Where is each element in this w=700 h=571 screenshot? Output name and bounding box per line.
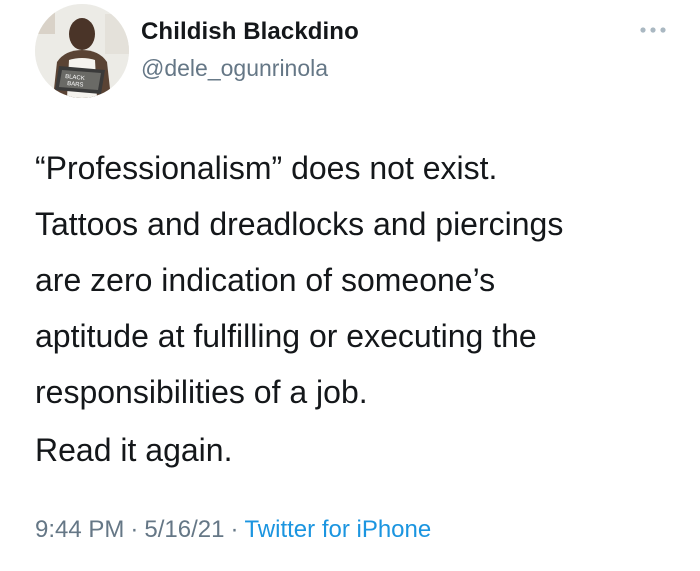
avatar-image: BLACK BARS bbox=[35, 4, 129, 98]
handle[interactable]: @dele_ogunrinola bbox=[141, 55, 328, 82]
tweet-date[interactable]: 5/16/21 bbox=[144, 516, 224, 543]
meta-separator: · bbox=[230, 516, 239, 543]
avatar[interactable]: BLACK BARS bbox=[35, 4, 129, 98]
tweet-line: responsibilities of a job. bbox=[35, 374, 368, 410]
meta-separator: · bbox=[130, 516, 139, 543]
tweet-card: BLACK BARS Childish Blackdino @dele_ogun… bbox=[0, 0, 700, 571]
tweet-second-paragraph: Read it again. bbox=[35, 432, 233, 468]
tweet-line: are zero indication of someone’s bbox=[35, 262, 496, 298]
tweet-line: aptitude at fulfilling or executing the bbox=[35, 318, 537, 354]
tweet-meta: 9:44 PM · 5/16/21 · Twitter for iPhone bbox=[35, 516, 431, 544]
display-name[interactable]: Childish Blackdino bbox=[141, 18, 359, 46]
more-icon[interactable] bbox=[638, 22, 668, 38]
tweet-line: Tattoos and dreadlocks and piercings bbox=[35, 206, 564, 242]
tweet-source-link[interactable]: Twitter for iPhone bbox=[244, 516, 431, 543]
tweet-text: “Professionalism” does not exist. Tattoo… bbox=[35, 140, 675, 420]
tweet-time[interactable]: 9:44 PM bbox=[35, 516, 124, 543]
tweet-line: “Professionalism” does not exist. bbox=[35, 150, 498, 186]
